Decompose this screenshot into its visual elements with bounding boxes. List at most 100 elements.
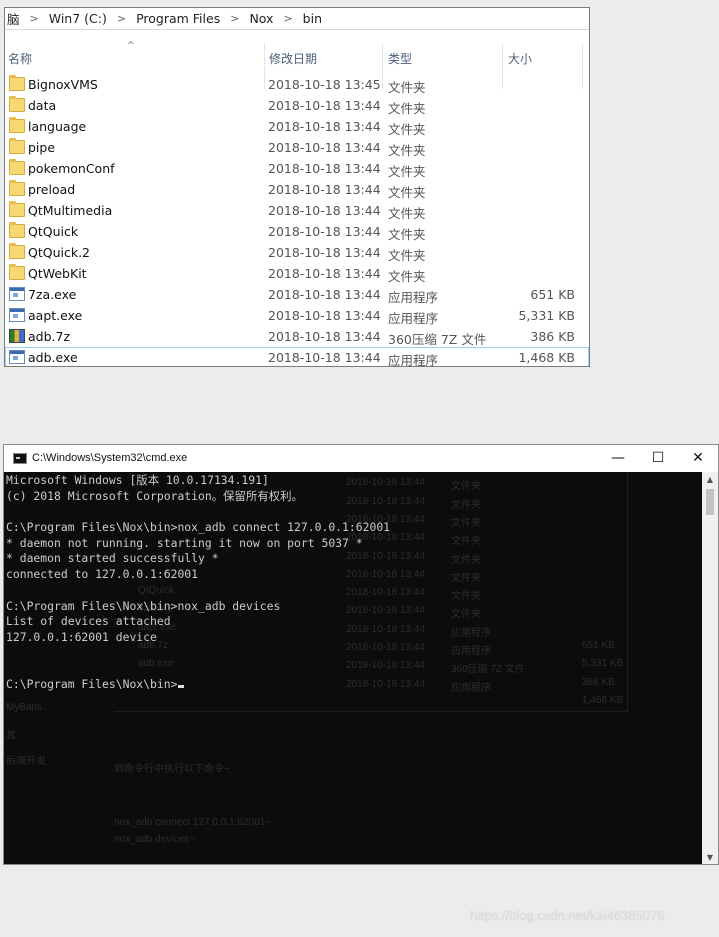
console-line: C:\Program Files\Nox\bin> (6, 677, 390, 693)
file-row[interactable]: folder-iconpipe 2018-10-18 13:44 文件夹 (5, 137, 589, 158)
file-type: 文件夹 (388, 143, 426, 158)
chevron-right-icon: > (116, 12, 127, 25)
file-date: 2018-10-18 13:44 (268, 308, 381, 323)
file-type: 应用程序 (388, 311, 439, 326)
ghost-label: 其 (6, 731, 16, 742)
file-date: 2018-10-18 13:44 (268, 329, 381, 344)
ghost-type: 文件夹 (451, 591, 481, 603)
file-type: 文件夹 (388, 122, 426, 137)
chevron-right-icon: > (230, 12, 240, 25)
ghost-type: 文件夹 (451, 609, 481, 621)
file-type: 应用程序 (388, 353, 439, 367)
file-name: adb.7z (28, 329, 71, 344)
file-type: 文件夹 (388, 101, 426, 116)
file-row[interactable]: folder-iconlanguage 2018-10-18 13:44 文件夹 (5, 116, 589, 137)
column-header-date[interactable]: 修改日期 (269, 50, 317, 67)
console-line: * daemon not running. starting it now on… (6, 535, 363, 550)
file-type: 文件夹 (388, 185, 426, 200)
file-row[interactable]: exe-iconadb.exe 2018-10-18 13:44 应用程序 1,468… (5, 347, 589, 367)
title-bar[interactable]: C:\Windows\System32\cmd.exe — ☐ ✕ (4, 445, 718, 472)
console-line: C:\Program Files\Nox\bin>nox_adb connect… (6, 520, 391, 535)
file-row[interactable]: folder-iconQtWebKit 2018-10-18 13:44 文件夹 (5, 263, 589, 284)
file-date: 2018-10-18 13:44 (268, 287, 381, 302)
file-date: 2018-10-18 13:44 (268, 98, 381, 113)
file-name: data (28, 98, 57, 113)
file-name: 7za.exe (28, 287, 77, 302)
folder-icon: folder-icon (9, 138, 25, 154)
ghost-label: 后端开发 (6, 756, 46, 767)
file-type: 文件夹 (388, 206, 426, 221)
ghost-size: 651 KB (582, 640, 615, 651)
column-header-name[interactable]: 名称 (8, 50, 32, 67)
scroll-thumb[interactable] (706, 489, 714, 515)
watermark: https://blog.csdn.net/kai46385076 (470, 908, 665, 923)
file-date: 2018-10-18 13:44 (268, 350, 381, 365)
file-row[interactable]: folder-iconQtQuick 2018-10-18 13:44 文件夹 (5, 221, 589, 242)
file-type: 文件夹 (388, 227, 426, 242)
console-line: connected to 127.0.0.1:62001 (6, 567, 199, 582)
file-row[interactable]: folder-iconQtQuick.2 2018-10-18 13:44 文件夹 (5, 242, 589, 263)
file-name: preload (28, 182, 76, 197)
file-row[interactable]: exe-icon7za.exe 2018-10-18 13:44 应用程序 651 K… (5, 284, 589, 305)
maximize-button[interactable]: ☐ (638, 445, 678, 472)
file-type: 文件夹 (388, 269, 426, 284)
file-row[interactable]: folder-iconQtMultimedia 2018-10-18 13:44 文… (5, 200, 589, 221)
scroll-up-icon[interactable]: ▲ (702, 472, 718, 488)
minimize-button[interactable]: — (598, 445, 638, 472)
folder-icon: folder-icon (9, 75, 25, 91)
file-row[interactable]: exe-iconaapt.exe 2018-10-18 13:44 应用程序 5,33… (5, 305, 589, 326)
file-row[interactable]: folder-iconpreload 2018-10-18 13:44 文件夹 (5, 179, 589, 200)
ghost-size: 386 KB (582, 676, 615, 688)
console-line: (c) 2018 Microsoft Corporation。保留所有权利。 (6, 488, 303, 503)
file-date: 2018-10-18 13:44 (268, 119, 381, 134)
file-row[interactable]: folder-iconpokemonConf 2018-10-18 13:44 文件… (5, 158, 589, 179)
ghost-article: nox_adb devices~ (114, 834, 195, 845)
breadcrumb: 脑 > Win7 (C:) > Program Files > Nox > bi… (5, 8, 589, 30)
ghost-type: 文件夹 (451, 572, 481, 584)
folder-icon: folder-icon (9, 96, 25, 112)
file-row[interactable]: folder-icondata 2018-10-18 13:44 文件夹 (5, 95, 589, 116)
file-name: QtQuick.2 (28, 245, 91, 260)
close-button[interactable]: ✕ (678, 445, 718, 472)
console-line: 127.0.0.1:62001 device (6, 629, 157, 644)
file-date: 2018-10-18 13:44 (268, 203, 381, 218)
breadcrumb-item[interactable]: Nox (247, 11, 275, 26)
folder-icon: folder-icon (9, 222, 25, 238)
breadcrumb-item[interactable]: bin (301, 11, 324, 26)
column-header-type[interactable]: 类型 (388, 50, 412, 67)
folder-icon: folder-icon (9, 201, 25, 217)
file-row[interactable]: archive-7z-iconadb.7z 2018-10-18 13:44 360… (5, 326, 589, 347)
ghost-size: 5,331 KB (582, 658, 624, 670)
ghost-article: 到命令行中执行以下命令~ (114, 764, 230, 775)
window-title: C:\Windows\System32\cmd.exe (32, 452, 188, 464)
column-header-size[interactable]: 大小 (508, 50, 532, 67)
breadcrumb-item[interactable]: 脑 (5, 9, 22, 28)
exe-icon: exe-icon (9, 350, 25, 364)
sort-ascending-icon: ^ (127, 41, 135, 51)
file-date: 2018-10-18 13:45 (268, 77, 381, 92)
console-line: C:\Program Files\Nox\bin>nox_adb devices (6, 598, 281, 613)
breadcrumb-item[interactable]: Win7 (C:) (47, 11, 109, 26)
ghost-type: 文件夹 (451, 517, 481, 529)
ghost-type: 应用程序 (451, 646, 491, 657)
file-row[interactable]: folder-iconBignoxVMS 2018-10-18 13:45 文件夹 (5, 74, 589, 95)
breadcrumb-item[interactable]: Program Files (134, 11, 222, 26)
console-output[interactable]: 2018-10-18 13:44 2018-10-18 13:44 2018-10-… (4, 472, 704, 864)
file-date: 2018-10-18 13:44 (268, 266, 381, 281)
file-type: 文件夹 (388, 80, 426, 95)
file-name: aapt.exe (28, 308, 83, 323)
ghost-type: 应用程序 (451, 627, 491, 639)
file-size: 386 KB (530, 329, 575, 344)
ghost-type: 360压缩 7Z 文件 (451, 664, 525, 676)
file-date: 2018-10-18 13:44 (268, 161, 381, 176)
ghost-type: 应用程序 (451, 682, 491, 694)
ghost-size: 1,468 KB (582, 694, 624, 706)
folder-icon: folder-icon (9, 159, 25, 175)
scroll-down-icon[interactable]: ▼ (702, 850, 718, 864)
vertical-scrollbar[interactable]: ▲ ▼ (702, 472, 718, 864)
text-cursor (178, 684, 185, 688)
